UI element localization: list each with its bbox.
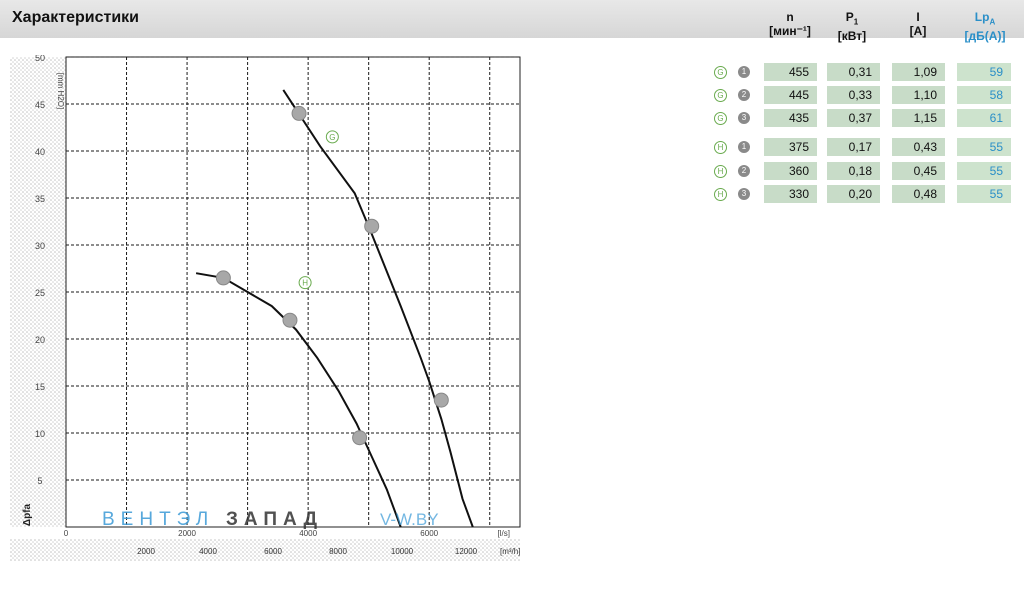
watermark-part2: ЗАПАД <box>226 509 323 530</box>
col-header-p1-name: P <box>845 10 854 24</box>
cell-lpa: 61 <box>957 109 1011 127</box>
cell-lpa: 55 <box>957 185 1011 203</box>
cell-i: 1,09 <box>892 63 945 81</box>
series-label: H <box>302 279 308 288</box>
cell-p1: 0,31 <box>827 63 880 81</box>
col-header-i-name: I <box>916 10 920 24</box>
cell-i: 1,10 <box>892 86 945 104</box>
mode-badge: G <box>714 112 727 125</box>
table-row: H 2 360 0,18 0,45 55 <box>714 162 1014 180</box>
x-tick-label: 6000 <box>420 529 438 538</box>
col-header-i: I [A] <box>892 10 944 38</box>
cell-lpa: 59 <box>957 63 1011 81</box>
y-axis-label: Δpfa <box>22 503 33 526</box>
table-row: H 3 330 0,20 0,48 55 <box>714 185 1014 203</box>
point-badge: 3 <box>738 188 750 200</box>
operating-point-marker <box>352 430 368 446</box>
mode-badge: H <box>714 188 727 201</box>
col-header-lpa: LpA [дБ(A)] <box>957 10 1013 43</box>
y-tick-label: 30 <box>35 241 45 251</box>
cell-i: 1,15 <box>892 109 945 127</box>
watermark: ВЕНТЭЛ ЗАПАД V-W.BY <box>102 509 439 530</box>
operating-point-marker <box>282 312 298 328</box>
series-label: G <box>329 133 335 142</box>
col-header-n-name: n <box>786 10 794 24</box>
col-header-n: n [мин⁻¹] <box>764 10 816 38</box>
y-tick-label: 20 <box>35 335 45 345</box>
chart-svg: 51015202530354045500 2000 4000 6000 [l/s]200… <box>10 53 521 561</box>
x2-tick-label: 6000 <box>264 547 282 556</box>
x2-unit-label: [m³/h] <box>500 547 520 556</box>
y-tick-label: 25 <box>35 288 45 298</box>
cell-i: 0,48 <box>892 185 945 203</box>
y-tick-label: 10 <box>35 429 45 439</box>
col-header-lpa-sub: A <box>989 17 996 27</box>
col-header-i-unit: [A] <box>909 24 927 38</box>
cell-n: 445 <box>764 86 817 104</box>
watermark-part3: V-W.BY <box>380 510 439 529</box>
cell-i: 0,45 <box>892 162 945 180</box>
x-unit-label: [l/s] <box>498 529 510 538</box>
y-tick-label: 50 <box>35 55 45 63</box>
y-tick-label: 45 <box>35 100 45 110</box>
cell-p1: 0,37 <box>827 109 880 127</box>
y-tick-label: 40 <box>35 147 45 157</box>
cell-i: 0,43 <box>892 138 945 156</box>
operating-point-marker <box>291 105 307 121</box>
y-tick-label: 15 <box>35 382 45 392</box>
cell-p1: 0,20 <box>827 185 880 203</box>
operating-point-marker <box>215 270 231 286</box>
x2-tick-label: 12000 <box>455 547 478 556</box>
point-badge: 1 <box>738 66 750 78</box>
col-header-n-unit: [мин⁻¹] <box>769 24 811 38</box>
point-badge: 3 <box>738 112 750 124</box>
y-tick-label: 5 <box>37 476 42 486</box>
table-row: H 1 375 0,17 0,43 55 <box>714 138 1014 156</box>
point-badge: 2 <box>738 89 750 101</box>
characteristic-chart: 5 10 15 20 25 30 35 40 45 50 0 2000 4000 6000 [l/s] 200… <box>10 53 530 590</box>
watermark-part1: ВЕНТЭЛ <box>102 509 214 530</box>
point-badge: 1 <box>738 141 750 153</box>
cell-n: 435 <box>764 109 817 127</box>
cell-n: 455 <box>764 63 817 81</box>
cell-n: 375 <box>764 138 817 156</box>
y-tick-label: 35 <box>35 194 45 204</box>
cell-p1: 0,18 <box>827 162 880 180</box>
table-row: G 1 455 0,31 1,09 59 <box>714 63 1014 81</box>
y-unit-label: [mm H2O] <box>56 73 65 109</box>
x-tick-label: 2000 <box>178 529 196 538</box>
x2-tick-label: 2000 <box>137 547 155 556</box>
cell-lpa: 55 <box>957 162 1011 180</box>
mode-badge: H <box>714 165 727 178</box>
cell-n: 330 <box>764 185 817 203</box>
col-header-lpa-name: Lp <box>974 10 990 24</box>
operating-point-marker <box>364 218 380 234</box>
operating-point-marker <box>433 392 449 408</box>
x-tick-label: 0 <box>64 529 69 538</box>
cell-lpa: 58 <box>957 86 1011 104</box>
mode-badge: H <box>714 141 727 154</box>
cell-n: 360 <box>764 162 817 180</box>
x2-tick-label: 10000 <box>391 547 414 556</box>
x2-tick-label: 8000 <box>329 547 347 556</box>
col-header-p1-unit: [кВт] <box>837 29 867 44</box>
mode-badge: G <box>714 89 727 102</box>
section-title: Характеристики <box>12 9 140 26</box>
x-tick-label: 4000 <box>299 529 317 538</box>
col-header-p1: P1 [кВт] <box>826 10 878 43</box>
cell-lpa: 55 <box>957 138 1011 156</box>
point-badge: 2 <box>738 165 750 177</box>
table-row: G 2 445 0,33 1,10 58 <box>714 86 1014 104</box>
col-header-lpa-unit: [дБ(A)] <box>964 29 1006 44</box>
cell-p1: 0,33 <box>827 86 880 104</box>
table-row: G 3 435 0,37 1,15 61 <box>714 109 1014 127</box>
x2-tick-label: 4000 <box>199 547 217 556</box>
mode-badge: G <box>714 66 727 79</box>
cell-p1: 0,17 <box>827 138 880 156</box>
col-header-p1-sub: 1 <box>853 17 859 27</box>
